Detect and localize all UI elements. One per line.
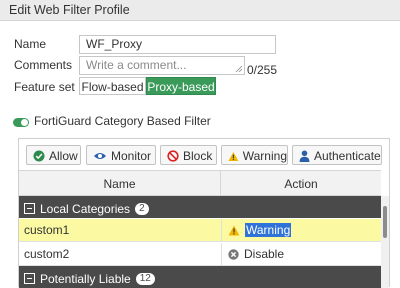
- comments-textarea[interactable]: Write a comment...: [79, 56, 245, 75]
- authenticate-button[interactable]: Authenticate: [292, 145, 382, 165]
- user-icon: [299, 150, 310, 162]
- table-row[interactable]: custom2 Disable: [19, 243, 381, 266]
- column-divider: [221, 219, 222, 242]
- fortiguard-filter-toggle[interactable]: [13, 118, 29, 127]
- block-button[interactable]: Block: [160, 145, 217, 165]
- collapse-icon[interactable]: [24, 273, 35, 284]
- row-name: custom2: [24, 247, 70, 261]
- name-label: Name: [14, 37, 47, 51]
- row-action-label: Disable: [244, 247, 285, 261]
- row-action-label: Warning: [245, 223, 292, 237]
- disable-icon: [228, 248, 239, 260]
- scrollbar-thumb[interactable]: [383, 206, 387, 238]
- warning-label: Warning: [242, 149, 287, 163]
- column-header-action[interactable]: Action: [221, 170, 381, 196]
- toggle-knob: [21, 119, 28, 126]
- block-label: Block: [183, 149, 213, 163]
- allow-button[interactable]: Allow: [26, 145, 81, 165]
- group-row-potentially-liable[interactable]: Potentially Liable 12: [19, 266, 381, 288]
- row-name: custom1: [24, 223, 70, 237]
- comments-label: Comments: [14, 58, 73, 72]
- monitor-label: Monitor: [111, 149, 152, 163]
- row-action: Disable: [228, 247, 284, 261]
- group-label: Potentially Liable: [40, 271, 131, 286]
- resize-grip-icon[interactable]: [235, 65, 243, 73]
- dialog-title: Edit Web Filter Profile: [0, 0, 400, 21]
- monitor-button[interactable]: Monitor: [86, 145, 156, 165]
- row-action: Warning: [228, 223, 292, 237]
- group-row-local-categories[interactable]: Local Categories 2: [19, 196, 381, 218]
- warning-icon: [228, 225, 240, 235]
- column-divider: [221, 243, 222, 266]
- feature-proxy-based-option[interactable]: Proxy-based: [146, 77, 216, 95]
- authenticate-label: Authenticate: [314, 149, 381, 163]
- comments-placeholder: Write a comment...: [86, 58, 187, 72]
- eye-icon: [94, 153, 106, 159]
- table-row[interactable]: custom1 Warning: [19, 219, 381, 242]
- check-circle-icon: [33, 150, 45, 162]
- warning-icon: [228, 151, 239, 161]
- table-scrollbar[interactable]: [381, 196, 389, 288]
- group-label: Local Categories: [40, 201, 131, 216]
- category-filter-panel: Allow Monitor Block Warning Authenticate…: [18, 138, 390, 288]
- group-count-badge: 12: [135, 272, 155, 285]
- collapse-icon[interactable]: [24, 203, 35, 214]
- name-input[interactable]: WF_Proxy: [79, 35, 276, 54]
- comment-char-count: 0/255: [247, 63, 278, 77]
- allow-label: Allow: [49, 149, 78, 163]
- feature-flow-based-option[interactable]: Flow-based: [79, 77, 146, 95]
- feature-set-label: Feature set: [14, 80, 75, 94]
- block-icon: [167, 150, 179, 162]
- fortiguard-filter-title: FortiGuard Category Based Filter: [34, 114, 211, 128]
- column-header-name[interactable]: Name: [19, 170, 221, 196]
- action-toolbar: Allow Monitor Block Warning Authenticate: [19, 139, 389, 170]
- warning-button[interactable]: Warning: [221, 145, 288, 165]
- group-count-badge: 2: [135, 202, 149, 215]
